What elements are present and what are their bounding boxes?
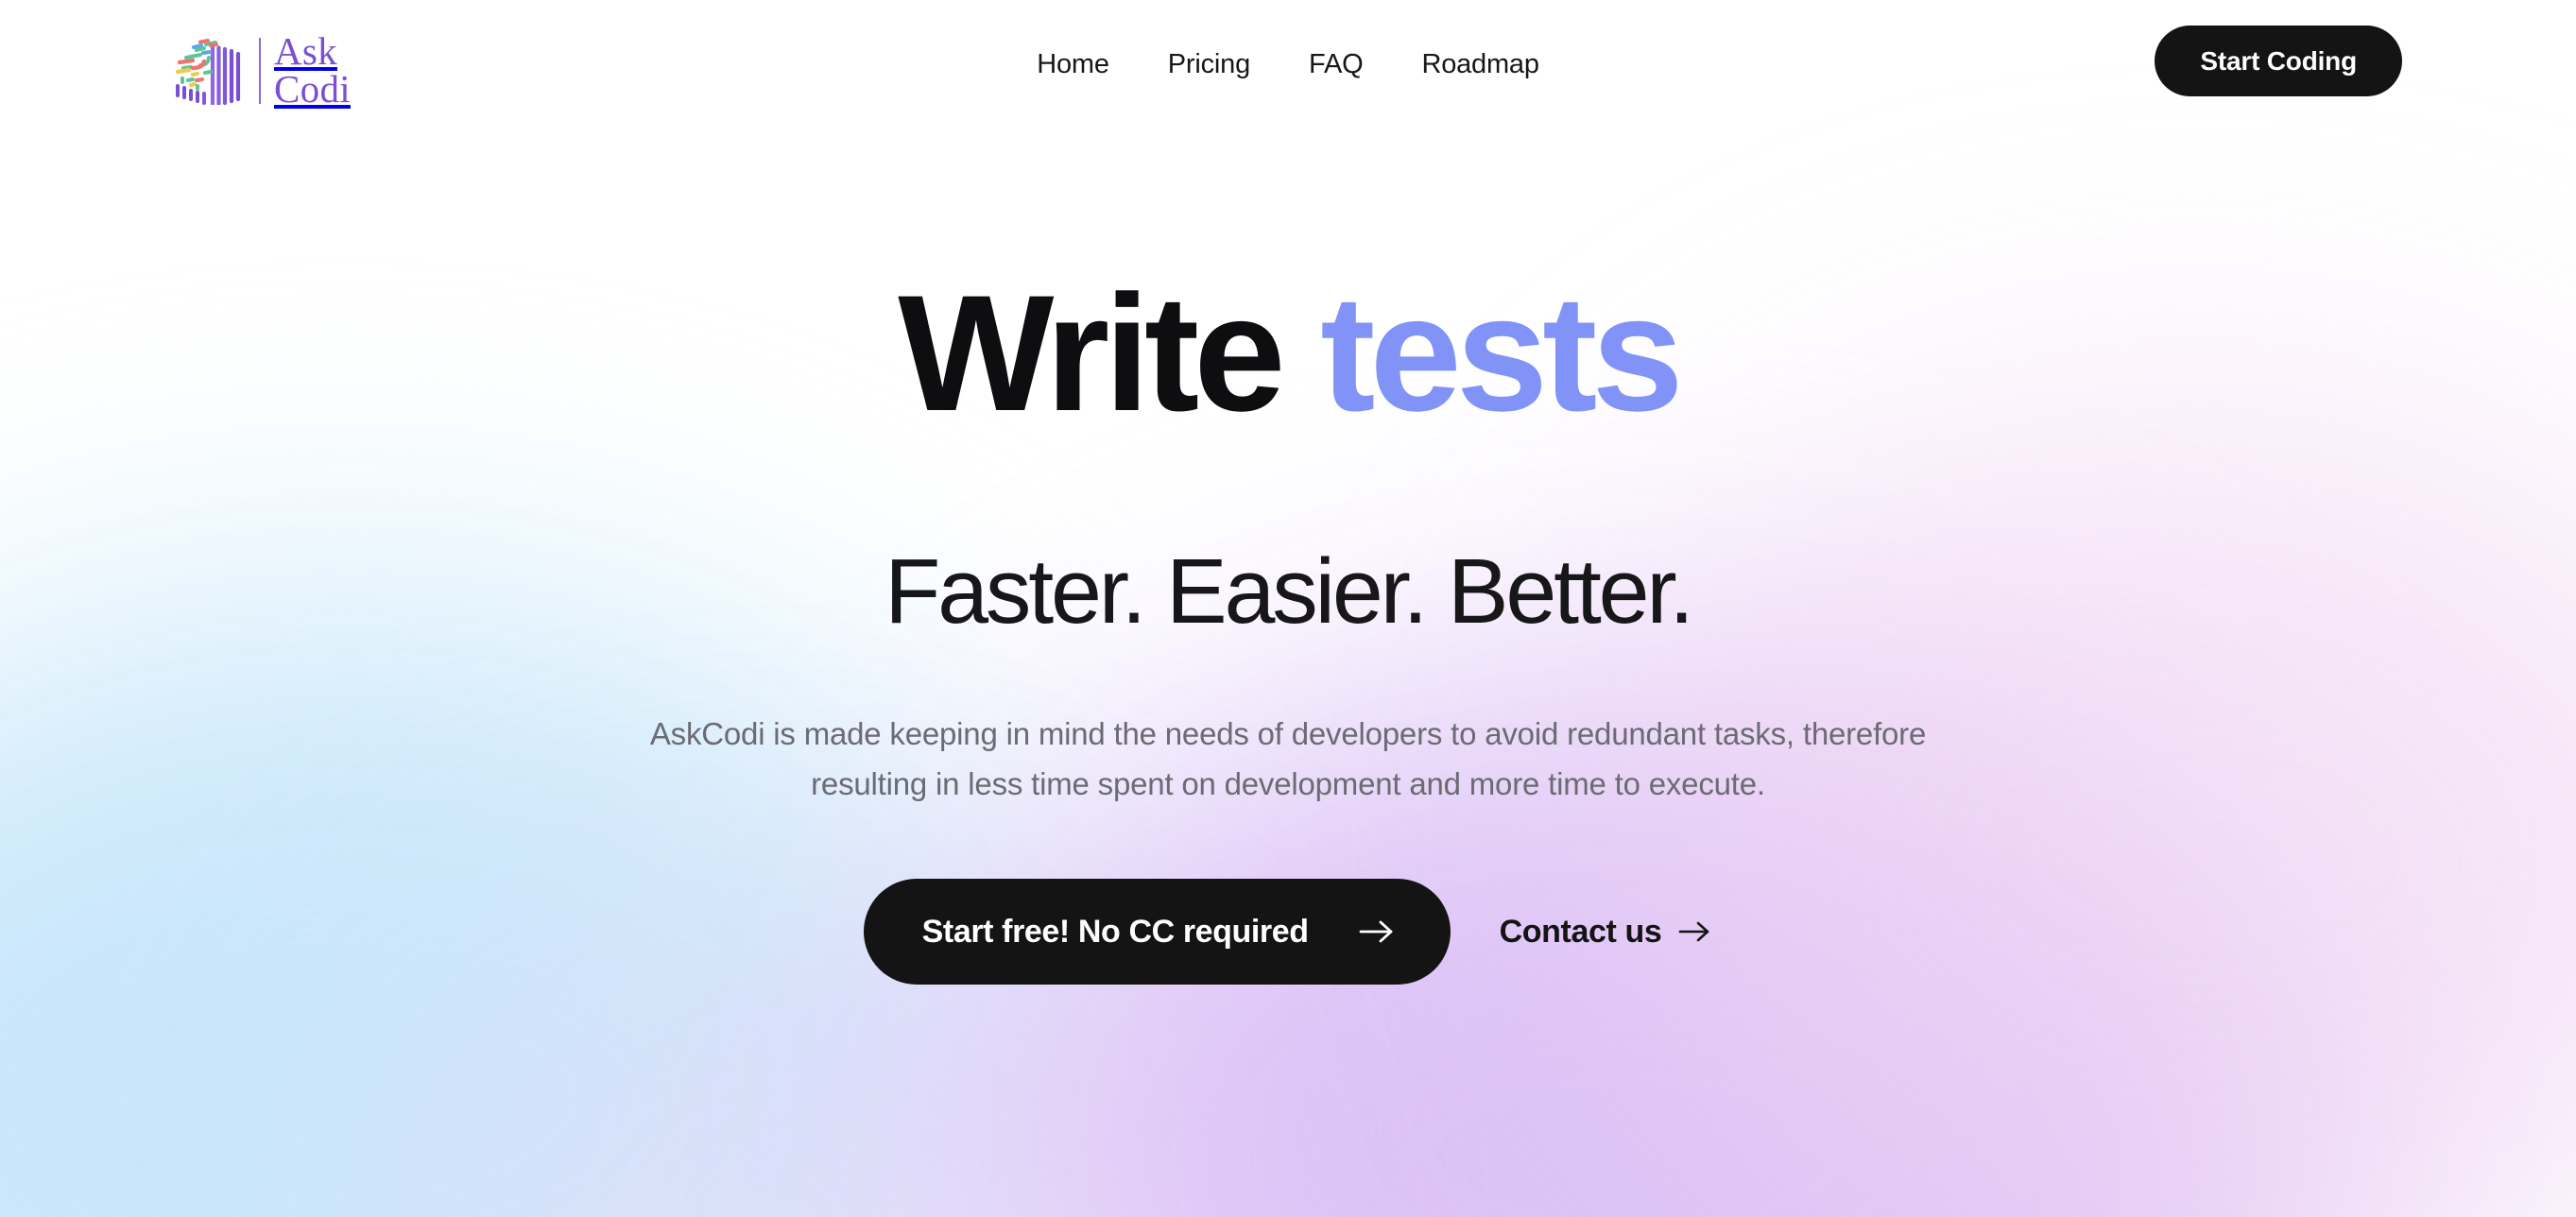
contact-us-link[interactable]: Contact us: [1500, 914, 1713, 951]
nav-item-home[interactable]: Home: [1037, 49, 1109, 80]
primary-navigation: Home Pricing FAQ Roadmap: [1037, 49, 1539, 80]
hero-headline-accent: tests: [1320, 262, 1684, 446]
hero-headline-primary: Write: [898, 262, 1321, 446]
start-coding-button[interactable]: Start Coding: [2155, 26, 2402, 96]
site-header: Ask Codi Home Pricing FAQ Roadmap Start …: [0, 0, 2576, 142]
askcodi-cube-logo-icon: [172, 37, 246, 105]
hero-headline: Write tests: [0, 271, 2576, 437]
nav-item-roadmap[interactable]: Roadmap: [1421, 49, 1539, 80]
hero-actions: Start free! No CC required Contact us: [0, 879, 2576, 985]
contact-us-label: Contact us: [1499, 913, 1662, 950]
arrow-right-icon: [1678, 918, 1712, 945]
hero-subheadline: Faster. Easier. Better.: [884, 540, 1694, 643]
brand-wordmark: Ask Codi: [274, 29, 351, 111]
nav-item-pricing[interactable]: Pricing: [1168, 49, 1250, 80]
brand-logo[interactable]: Ask Codi: [172, 29, 351, 111]
start-free-button[interactable]: Start free! No CC required: [863, 879, 1451, 985]
nav-item-faq[interactable]: FAQ: [1309, 49, 1364, 80]
arrow-right-icon: [1358, 917, 1396, 946]
start-free-button-label: Start free! No CC required: [921, 913, 1309, 950]
logo-divider: [259, 38, 261, 104]
brand-wordmark-line1: Ask: [274, 29, 337, 74]
hero-description: AskCodi is made keeping in mind the need…: [649, 716, 1927, 802]
landing-page: Ask Codi Home Pricing FAQ Roadmap Start …: [0, 0, 2576, 1217]
brand-wordmark-line2: Codi: [274, 67, 351, 111]
